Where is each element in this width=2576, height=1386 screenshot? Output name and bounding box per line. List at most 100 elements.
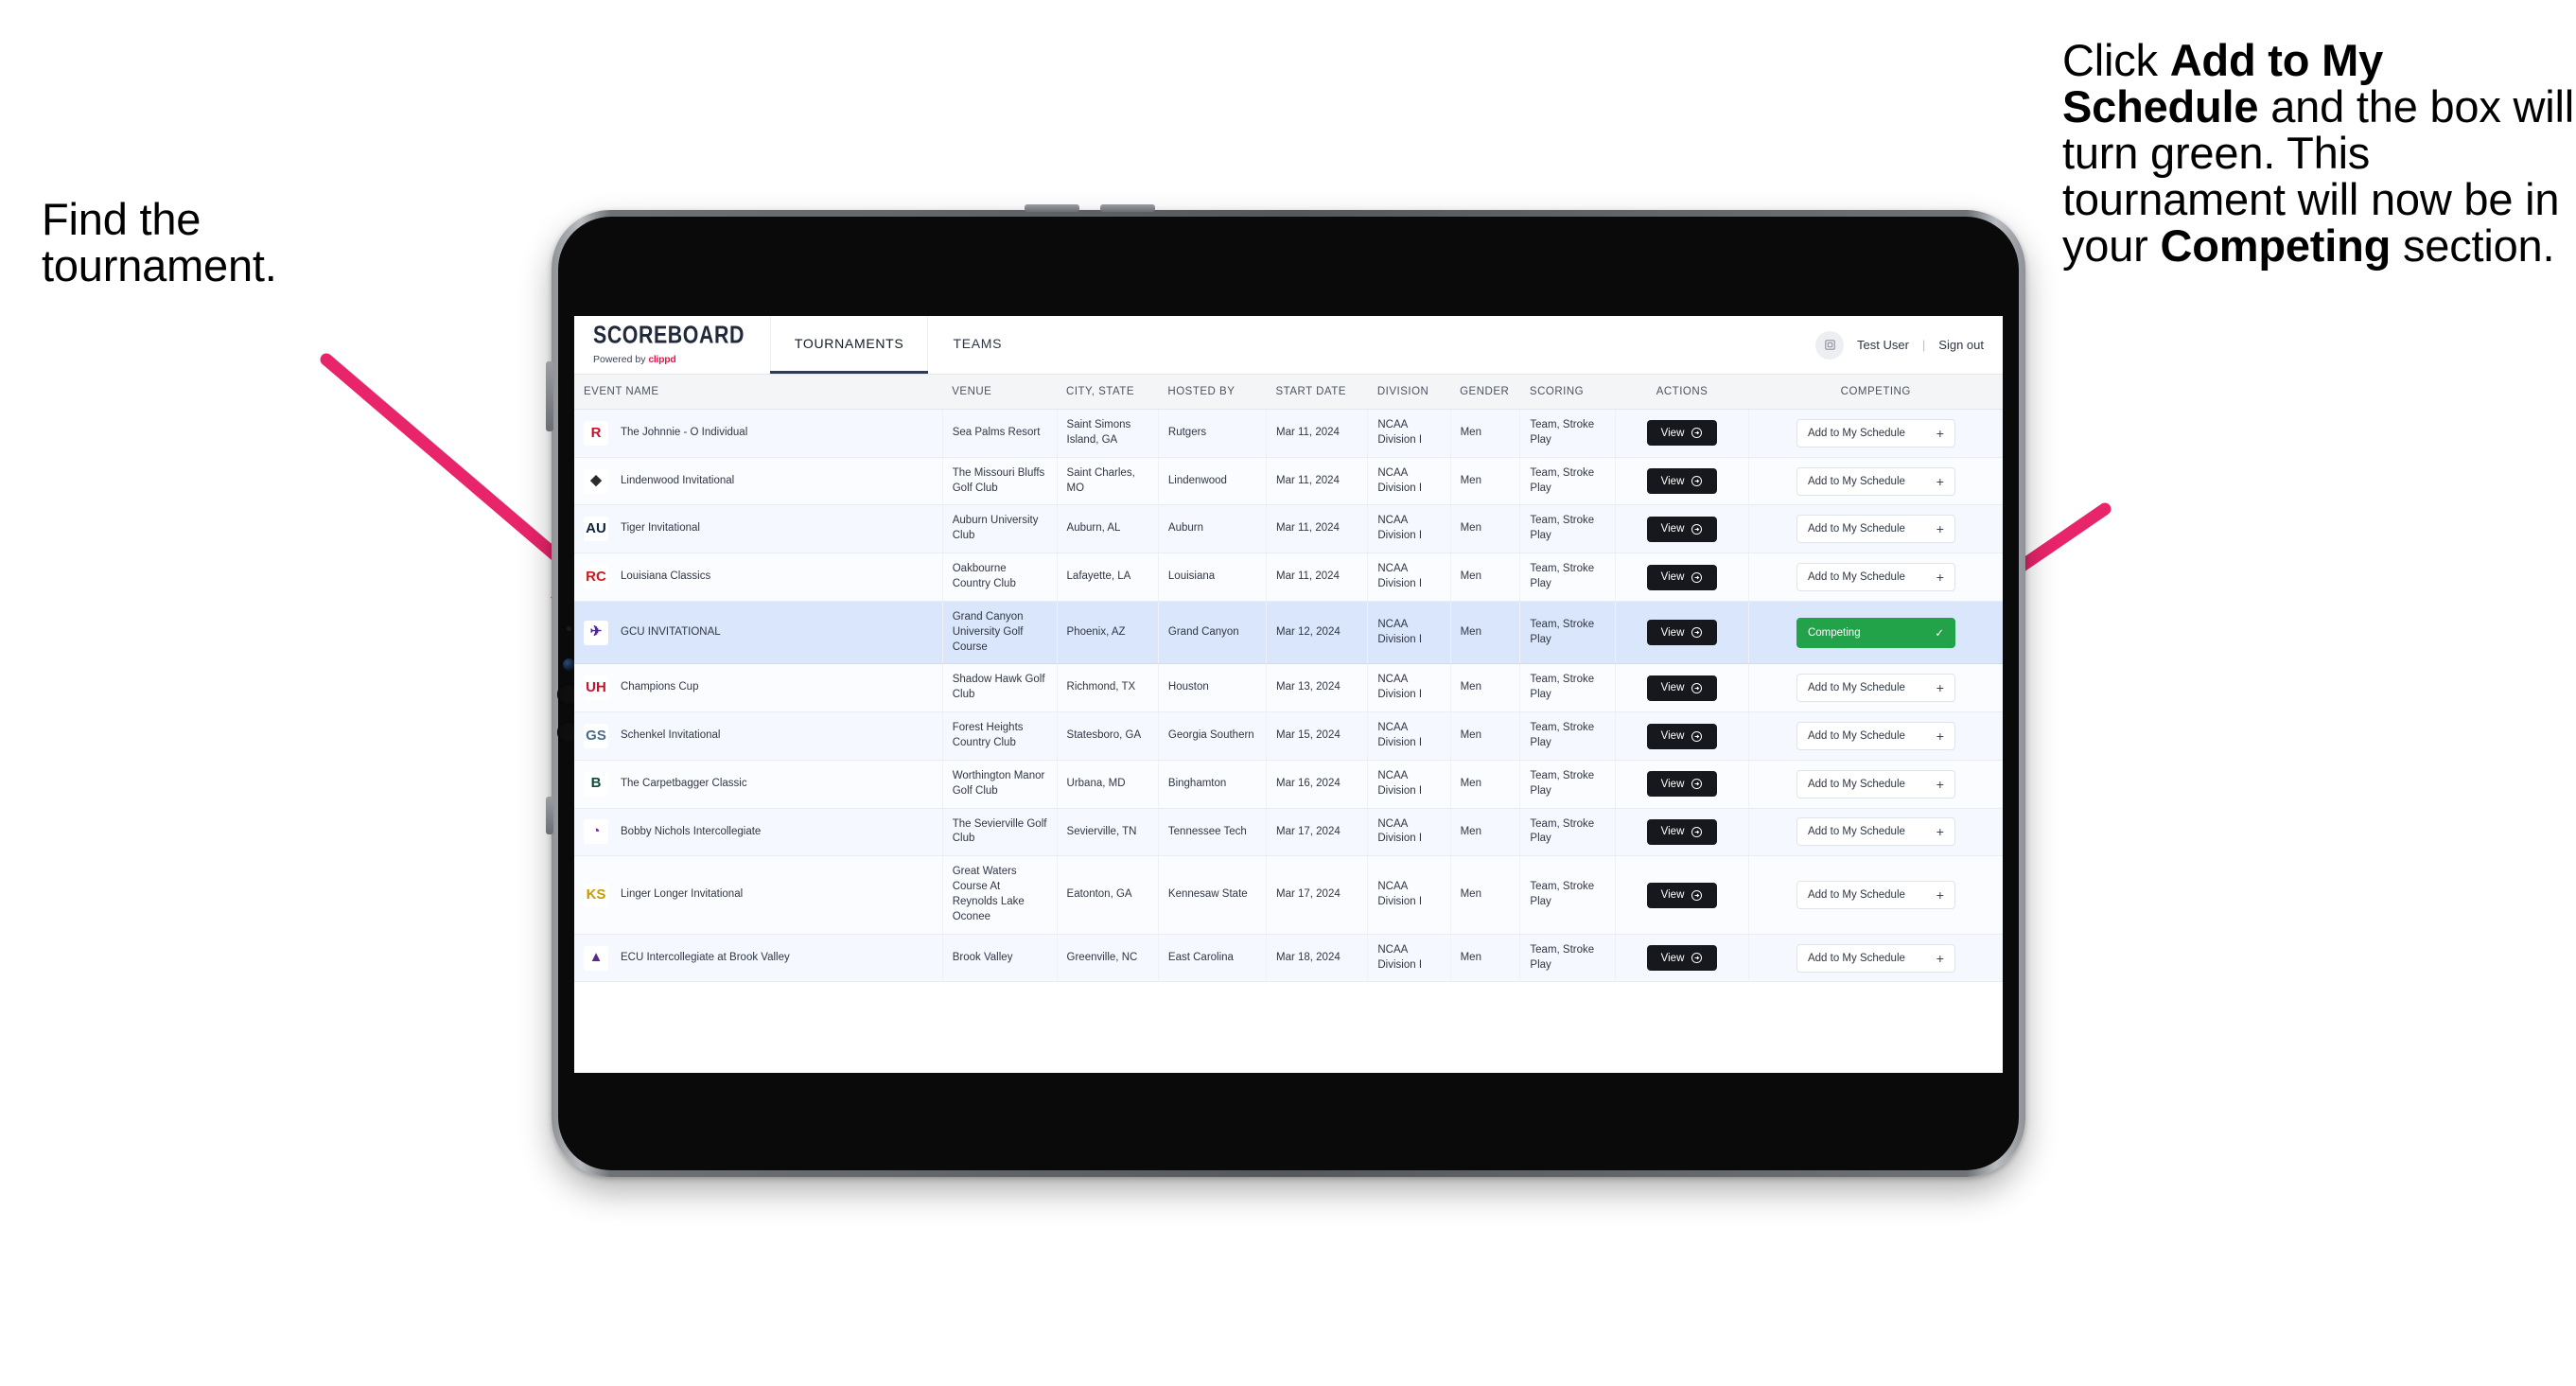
view-button[interactable]: View — [1647, 882, 1718, 908]
view-button[interactable]: View — [1647, 564, 1718, 590]
arrow-circle-right-icon — [1691, 626, 1703, 639]
user-avatar-icon[interactable] — [1815, 330, 1844, 360]
view-button[interactable]: View — [1647, 468, 1718, 495]
col-division[interactable]: DIVISION — [1367, 375, 1451, 410]
sign-out-link[interactable]: Sign out — [1938, 338, 1984, 352]
arrow-circle-right-icon — [1691, 952, 1703, 964]
cell-actions: View — [1615, 601, 1749, 665]
add-to-my-schedule-button[interactable]: Add to My Schedule + — [1796, 466, 1955, 496]
tournaments-table-scroll[interactable]: EVENT NAME VENUE CITY, STATE HOSTED BY S… — [574, 375, 2003, 1073]
col-gender[interactable]: GENDER — [1450, 375, 1520, 410]
cell-scoring: Team, Stroke Play — [1519, 601, 1617, 665]
table-row[interactable]: KS Linger Longer Invitational Great Waters… — [574, 855, 2003, 935]
table-row[interactable]: AU Tiger Invitational Auburn University Cl… — [574, 504, 2003, 554]
competing-button[interactable]: Competing ✓ — [1796, 617, 1955, 648]
add-to-my-schedule-button[interactable]: Add to My Schedule + — [1796, 943, 1955, 973]
side-button[interactable] — [546, 797, 553, 834]
annotation-right-bold-competing: Competing — [2160, 219, 2392, 271]
add-to-my-schedule-button[interactable]: Add to My Schedule + — [1796, 881, 1955, 910]
table-row[interactable]: R The Johnnie - O Individual Sea Palms Res… — [574, 409, 2003, 458]
account-area: Test User | Sign out — [1815, 316, 2003, 374]
cell-competing: Add to My Schedule + — [1748, 855, 2003, 935]
table-row[interactable]: ▲ ECU Intercollegiate at Brook Valley Broo… — [574, 934, 2003, 983]
plus-icon: + — [1936, 570, 1944, 586]
table-row[interactable]: GS Schenkel Invitational Forest Heights Co… — [574, 711, 2003, 761]
view-button[interactable]: View — [1647, 516, 1718, 542]
cell-division: NCAA Division I — [1367, 934, 1451, 983]
power-button[interactable] — [546, 361, 553, 431]
add-to-my-schedule-button[interactable]: Add to My Schedule + — [1796, 769, 1955, 798]
table-row[interactable]: RC Louisiana Classics Oakbourne Country Cl… — [574, 553, 2003, 602]
table-row[interactable]: ✈ GCU INVITATIONAL Grand Canyon University… — [574, 601, 2003, 665]
col-event-name[interactable]: EVENT NAME — [574, 375, 943, 410]
cell-hosted-by: Binghamton — [1158, 760, 1267, 809]
team-logo-icon: ✈ — [584, 620, 608, 645]
view-button[interactable]: View — [1647, 771, 1718, 798]
annotation-left: Find the tournament. — [42, 196, 439, 289]
cell-competing: Add to My Schedule + — [1748, 504, 2003, 554]
table-row[interactable]: B The Carpetbagger Classic Worthington Man… — [574, 760, 2003, 809]
cell-actions: View — [1615, 934, 1749, 983]
plus-icon: + — [1936, 824, 1944, 840]
cell-actions: View — [1615, 504, 1749, 554]
view-button[interactable]: View — [1647, 818, 1718, 845]
logo-subtitle: Powered by clippd — [593, 354, 749, 365]
cell-event-name: R The Johnnie - O Individual — [574, 409, 943, 458]
add-to-my-schedule-button[interactable]: Add to My Schedule + — [1796, 563, 1955, 592]
add-to-my-schedule-button[interactable]: Add to My Schedule + — [1796, 674, 1955, 703]
add-label: Add to My Schedule — [1807, 571, 1905, 584]
cell-scoring: Team, Stroke Play — [1519, 663, 1617, 713]
view-button[interactable]: View — [1647, 723, 1718, 749]
cell-event-name: ✈ GCU INVITATIONAL — [574, 601, 943, 665]
cell-start-date: Mar 11, 2024 — [1266, 553, 1369, 602]
add-label: Add to My Schedule — [1807, 475, 1905, 487]
add-to-my-schedule-button[interactable]: Add to My Schedule + — [1796, 515, 1955, 544]
col-scoring[interactable]: SCORING — [1519, 375, 1616, 410]
view-button[interactable]: View — [1647, 620, 1718, 646]
view-button[interactable]: View — [1647, 675, 1718, 701]
cell-start-date: Mar 11, 2024 — [1266, 409, 1369, 458]
cell-city-state: Auburn, AL — [1057, 504, 1159, 554]
cell-competing: Add to My Schedule + — [1748, 808, 2003, 857]
event-name-text: The Johnnie - O Individual — [621, 426, 748, 438]
add-to-my-schedule-button[interactable]: Add to My Schedule + — [1796, 817, 1955, 847]
view-label: View — [1660, 730, 1685, 743]
view-button[interactable]: View — [1647, 945, 1718, 972]
volume-up-button[interactable] — [1025, 204, 1079, 212]
logo-title: SCOREBOARD — [593, 320, 745, 349]
main-nav: TOURNAMENTS TEAMS — [769, 316, 1026, 374]
table-row[interactable]: ◔ Bobby Nichols Intercollegiate The Sevier… — [574, 808, 2003, 857]
col-hosted-by[interactable]: HOSTED BY — [1158, 375, 1267, 410]
cell-venue: The Sevierville Golf Club — [942, 808, 1058, 857]
cell-gender: Men — [1450, 504, 1521, 554]
logo-brand: clippd — [648, 354, 676, 365]
tab-teams[interactable]: TEAMS — [928, 316, 1026, 374]
event-name-text: The Carpetbagger Classic — [621, 777, 747, 789]
add-label: Add to My Schedule — [1807, 889, 1905, 902]
app-header: SCOREBOARD Powered by clippd TOURNAMENTS… — [574, 316, 2003, 375]
plus-icon: + — [1936, 680, 1944, 696]
cell-gender: Men — [1450, 553, 1521, 602]
add-to-my-schedule-button[interactable]: Add to My Schedule + — [1796, 722, 1955, 751]
col-competing[interactable]: COMPETING — [1748, 375, 2003, 410]
table-row[interactable]: ◆ Lindenwood Invitational The Missouri Blu… — [574, 457, 2003, 506]
add-to-my-schedule-button[interactable]: Add to My Schedule + — [1796, 418, 1955, 447]
app-logo[interactable]: SCOREBOARD Powered by clippd — [574, 316, 770, 374]
cell-hosted-by: Tennessee Tech — [1158, 808, 1267, 857]
col-start-date[interactable]: START DATE — [1266, 375, 1368, 410]
volume-down-button[interactable] — [1100, 204, 1155, 212]
cell-scoring: Team, Stroke Play — [1519, 855, 1617, 935]
event-name-text: Bobby Nichols Intercollegiate — [621, 825, 762, 837]
user-name[interactable]: Test User — [1857, 338, 1909, 352]
account-separator: | — [1921, 338, 1926, 352]
cell-division: NCAA Division I — [1367, 553, 1451, 602]
table-row[interactable]: UH Champions Cup Shadow Hawk Golf Club Rich… — [574, 663, 2003, 713]
add-label: Add to My Schedule — [1807, 682, 1905, 694]
tournaments-table: EVENT NAME VENUE CITY, STATE HOSTED BY S… — [574, 375, 2003, 983]
col-venue[interactable]: VENUE — [942, 375, 1058, 410]
cell-division: NCAA Division I — [1367, 457, 1451, 506]
col-actions[interactable]: ACTIONS — [1615, 375, 1749, 410]
tab-tournaments[interactable]: TOURNAMENTS — [769, 316, 929, 374]
col-city-state[interactable]: CITY, STATE — [1057, 375, 1159, 410]
view-button[interactable]: View — [1647, 420, 1718, 447]
